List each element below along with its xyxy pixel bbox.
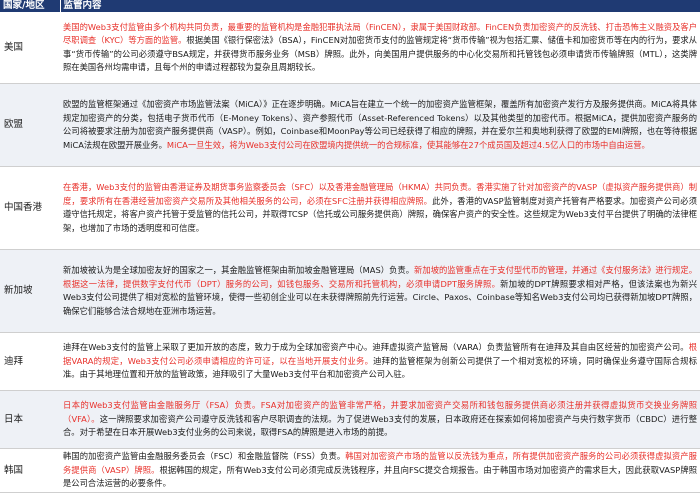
content-cell: 欧盟的监管框架通过《加密资产市场监管法案（MiCA）》正在逐步明确。MiCA旨在… bbox=[60, 83, 700, 167]
content-cell: 韩国的加密资产监管由金融服务委员会（FSC）和金融监督院（FSS）负责。韩国对加… bbox=[60, 448, 700, 493]
region-cell: 韩国 bbox=[0, 448, 60, 493]
table-row-hk: 中国香港 在香港，Web3支付的监管由香港证券及期货事务监察委员会（SFC）以及… bbox=[0, 166, 700, 250]
table-row-us: 美国 美国的Web3支付监管由多个机构共同负责，最重要的监管机构是金融犯罪执法局… bbox=[0, 12, 700, 84]
body-text: 迪拜在Web3支付的监管上采取了更加开放的态度，致力于成为全球加密资产中心。迪拜… bbox=[63, 342, 689, 353]
content-cell: 迪拜在Web3支付的监管上采取了更加开放的态度，致力于成为全球加密资产中心。迪拜… bbox=[60, 332, 700, 391]
header-region: 国家/地区 bbox=[0, 0, 61, 12]
region-cell: 美国 bbox=[0, 12, 60, 84]
content-cell: 美国的Web3支付监管由多个机构共同负责，最重要的监管机构是金融犯罪执法局（Fi… bbox=[60, 12, 700, 84]
regulation-table: 国家/地区 监管内容 美国 美国的Web3支付监管由多个机构共同负责，最重要的监… bbox=[0, 0, 700, 493]
highlight-text: MiCA一旦生效，将为Web3支付公司在欧盟境内提供统一的合规标准，使其能够在2… bbox=[166, 139, 650, 150]
content-cell: 新加坡被认为是全球加密友好的国家之一，其金融监管框架由新加坡金融管理局（MAS）… bbox=[60, 249, 700, 333]
region-cell: 中国香港 bbox=[0, 166, 60, 250]
region-cell: 日本 bbox=[0, 390, 60, 449]
body-text: 这一牌照要求加密资产公司遵守反洗钱和客户尽职调查的法规。为了促进Web3支付的发… bbox=[63, 413, 697, 438]
table-row-dubai: 迪拜 迪拜在Web3支付的监管上采取了更加开放的态度，致力于成为全球加密资产中心… bbox=[0, 332, 700, 391]
region-cell: 欧盟 bbox=[0, 83, 60, 167]
table-row-kr: 韩国 韩国的加密资产监管由金融服务委员会（FSC）和金融监督院（FSS）负责。韩… bbox=[0, 448, 700, 493]
region-cell: 新加坡 bbox=[0, 249, 60, 333]
body-text: 新加坡被认为是全球加密友好的国家之一，其金融监管框架由新加坡金融管理局（MAS）… bbox=[63, 265, 415, 275]
body-text: 韩国的加密资产监管由金融服务委员会（FSC）和金融监督院（FSS）负责。 bbox=[63, 451, 346, 461]
content-cell: 日本的Web3支付监管由金融服务厅（FSA）负责。FSA对加密资产的监管非常严格… bbox=[60, 390, 700, 449]
table-row-eu: 欧盟 欧盟的监管框架通过《加密资产市场监管法案（MiCA）》正在逐步明确。MiC… bbox=[0, 83, 700, 167]
table-header-row: 国家/地区 监管内容 bbox=[0, 0, 700, 12]
header-content: 监管内容 bbox=[60, 0, 700, 12]
region-cell: 迪拜 bbox=[0, 332, 60, 391]
content-cell: 在香港，Web3支付的监管由香港证券及期货事务监察委员会（SFC）以及香港金融管… bbox=[60, 166, 700, 250]
table-row-jp: 日本 日本的Web3支付监管由金融服务厅（FSA）负责。FSA对加密资产的监管非… bbox=[0, 390, 700, 449]
table-row-sg: 新加坡 新加坡被认为是全球加密友好的国家之一，其金融监管框架由新加坡金融管理局（… bbox=[0, 249, 700, 333]
